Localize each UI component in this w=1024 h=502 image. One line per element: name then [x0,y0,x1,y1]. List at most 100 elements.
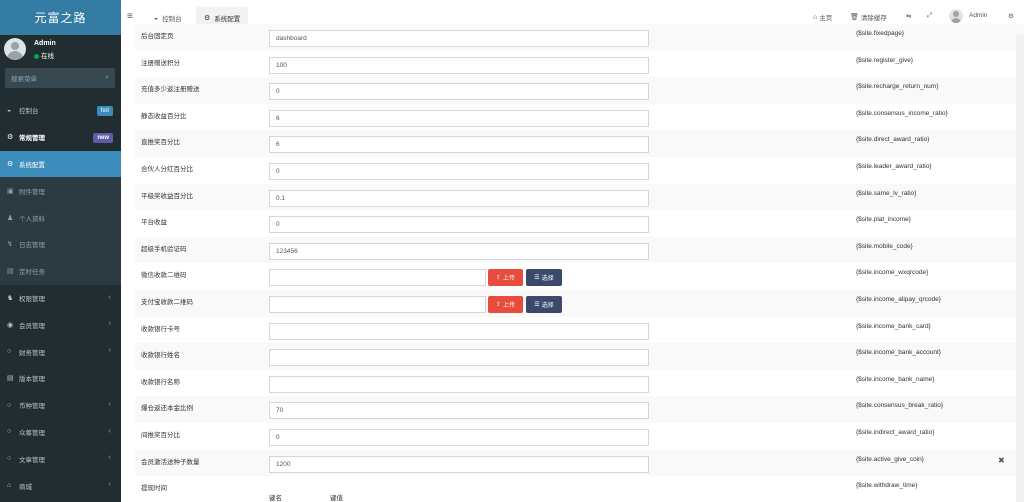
sidebar-item-label: 常规管理 [19,135,45,143]
choose-button[interactable]: ☰ 选择 [526,296,562,313]
kv-key-header: 键名 [269,495,282,502]
config-value-input[interactable]: 0 [269,429,649,446]
cog-icon: ⚙ [7,160,14,168]
config-label: 充值多少返注册赠送 [141,86,200,94]
config-label: 会员激活送种子数量 [141,458,200,466]
sidebar-item-9[interactable]: ○ 财务管理 ‹ [0,338,121,365]
config-row: 会员激活送种子数量 1200 {$site.active_give_coin} ✖ [135,449,1024,477]
config-key: {$site.register_give} [856,56,914,64]
sidebar-item-label: 个人资料 [19,215,45,223]
list-icon: ▤ [7,375,14,383]
sidebar-menu: ◒ 控制台 hot ⚙ 常规管理 new ⚙ 系统配置 ▣ 附件管理 ♟ 个人资料 ↯ 日志管理 ▤ 定时任务… [0,97,121,499]
sidebar-item-11[interactable]: ○ 币种管理 ‹ [0,392,121,419]
dashboard-icon: ◒ [7,106,12,114]
sidebar-search-input[interactable]: 搜索菜单 ⌕ [5,68,115,88]
config-value-input[interactable]: 1200 [269,455,649,473]
config-value-input[interactable]: 123456 [269,242,649,260]
upload-label: 上传 [503,276,516,283]
config-value-input[interactable] [269,349,649,367]
sidebar-item-label: 定时任务 [19,269,45,277]
sidebar-item-6[interactable]: ▤ 定时任务 [0,257,121,285]
config-key: {$site.income_alipay_qrcode} [856,296,941,303]
sidebar-item-14[interactable]: ⌂ 商城 ‹ [0,472,121,499]
sidebar-item-label: 商城 [19,483,32,491]
user-name: Admin [34,40,56,47]
config-value-input[interactable]: 0.1 [269,189,649,207]
config-key: {$site.fixedpage} [856,30,905,37]
control-sidebar-button[interactable]: ⚙ [1008,12,1014,20]
config-key: {$site.income_bank_account} [856,349,941,357]
config-key: {$site.withdraw_time} [856,482,918,490]
translate-button[interactable]: ⇋ [906,12,911,20]
config-table: 后台固定页 dashboard {$site.fixedpage} 注册赠送积分 100… [121,24,1024,502]
config-value-input[interactable]: 6 [269,109,649,127]
cogs-icon: ⚙ [7,134,14,142]
config-value-input[interactable] [269,296,486,313]
home-icon: ⌂ [813,13,818,21]
fullscreen-button[interactable]: ⤢ [927,12,932,20]
config-row: 平台收益 0 {$site.plat_income} [135,210,1024,237]
page-scrollbar[interactable] [1016,35,1024,502]
config-label: 支付宝收款二维码 [141,299,193,306]
upload-button[interactable]: ⇪ 上传 [488,296,523,313]
sidebar-item-5[interactable]: ↯ 日志管理 [0,230,121,258]
sidebar-item-1[interactable]: ⚙ 常规管理 new [0,124,121,151]
config-row: 收款银行卡号 {$site.income_bank_card} [135,317,1024,344]
config-value-input[interactable] [269,375,649,393]
config-value-input[interactable]: 0 [269,216,649,234]
user-icon: ♟ [7,214,14,222]
user-status-text: 在线 [41,53,54,60]
search-icon[interactable]: ⌕ [105,74,109,82]
dashboard-icon: ◒ [154,14,159,22]
header-user-name[interactable]: Admin [969,12,987,19]
sidebar-item-4[interactable]: ♟ 个人资料 [0,204,121,231]
config-label: 静态收益百分比 [141,112,187,120]
sidebar-item-0[interactable]: ◒ 控制台 hot [0,97,121,124]
close-icon[interactable]: ✖ [998,456,1005,465]
sidebar-item-label: 附件管理 [19,188,45,196]
config-label: 注册赠送积分 [141,59,180,67]
config-row: 直推奖百分比 6 {$site.direct_award_ratio} [135,130,1024,157]
upload-icon: ⇪ [495,275,501,282]
sidebar-item-10[interactable]: ▤ 版本管理 [0,365,121,392]
sidebar-item-7[interactable]: ♞ 权限管理 ‹ [0,285,121,312]
config-value-input[interactable]: 0 [269,163,649,180]
choose-button[interactable]: ☰ 选择 [526,269,562,287]
header-avatar[interactable] [949,9,963,23]
config-value-input[interactable]: 6 [269,136,649,154]
upload-button[interactable]: ⇪ 上传 [488,269,523,287]
config-row: 静态收益百分比 6 {$site.consensus_income_ratio} [135,104,1024,131]
config-value-input[interactable] [269,322,649,340]
sidebar: 元富之路 Admin 在线 搜索菜单 ⌕ ◒ 控制台 hot ⚙ 常规管理 new ⚙ 系统配… [0,0,121,502]
config-row: 收款银行姓名 {$site.income_bank_account} [135,343,1024,370]
config-value-input[interactable]: 70 [269,402,649,420]
config-value-input[interactable]: dashboard [269,30,649,47]
config-value-input[interactable]: 0 [269,83,649,101]
sidebar-item-label: 币种管理 [19,403,45,411]
choose-label: 选择 [541,303,554,309]
tab-label: 控制台 [162,16,182,23]
sidebar-item-8[interactable]: ◉ 会员管理 ‹ [0,311,121,338]
sidebar-search-placeholder: 搜索菜单 [11,76,37,83]
config-key: {$site.leader_award_ratio} [856,163,932,170]
clear-cache-button[interactable]: 🗑 清除缓存 [850,12,887,22]
sidebar-item-label: 权限管理 [19,295,45,303]
file-image-icon: ▣ [7,187,14,195]
translate-icon: ⇋ [906,13,912,20]
home-link[interactable]: ⌂ 主页 [813,12,832,23]
config-row: 间推奖百分比 0 {$site.indirect_award_ratio} [135,423,1024,450]
sidebar-item-12[interactable]: ○ 众筹管理 ‹ [0,419,121,446]
list-icon: ☰ [534,275,540,282]
sidebar-toggle-icon[interactable]: ≡ [127,11,133,22]
group-icon: ♞ [7,294,14,302]
circle-icon: ○ [7,455,12,463]
brand-logo[interactable]: 元富之路 [0,0,121,35]
sidebar-item-2[interactable]: ⚙ 系统配置 [0,150,121,178]
config-row: 微信收款二维码 ⇪ 上传 ☰ 选择 {$site.income_wxqrcode} [135,263,1024,290]
config-value-input[interactable]: 100 [269,56,649,74]
sidebar-item-13[interactable]: ○ 文章管理 ‹ [0,445,121,472]
config-value-input[interactable] [269,269,486,287]
sidebar-item-3[interactable]: ▣ 附件管理 [0,177,121,205]
config-label: 合伙人分红百分比 [141,166,193,173]
chevron-left-icon: ‹ [108,427,111,435]
